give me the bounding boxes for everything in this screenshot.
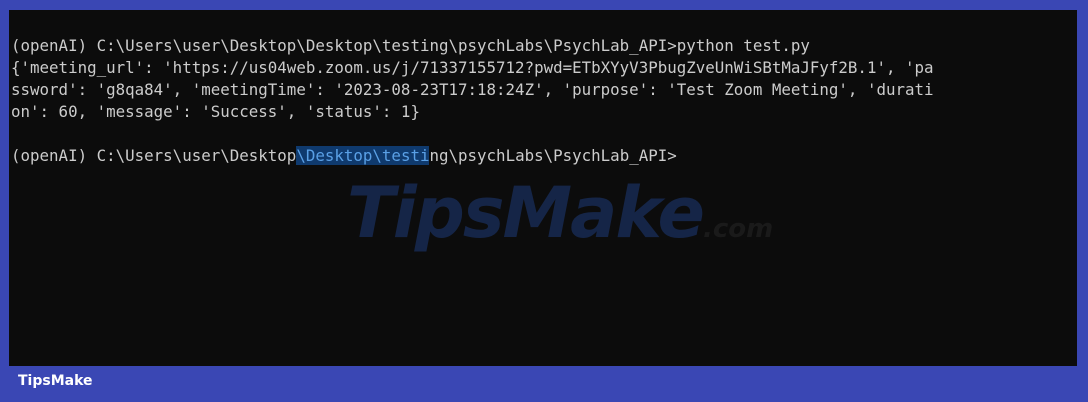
prompt-text: (openAI) C:\Users\user\Desktop [11,146,297,165]
watermark-logo: TipsMake.com [347,178,773,248]
terminal-window[interactable]: (openAI) C:\Users\user\Desktop\Desktop\t… [9,10,1077,366]
terminal-output-line: ssword': 'g8qa84', 'meetingTime': '2023-… [11,80,934,99]
terminal-output-line: on': 60, 'message': 'Success', 'status':… [11,102,420,121]
prompt-text: ng\psychLabs\PsychLab_API> [429,146,677,165]
selected-text[interactable]: \Desktop\testi [296,146,430,165]
terminal-prompt-line[interactable]: (openAI) C:\Users\user\Desktop\Desktop\t… [11,145,934,167]
watermark-text: TipsMake [347,172,705,254]
terminal-output: (openAI) C:\Users\user\Desktop\Desktop\t… [11,35,934,167]
terminal-output-line: {'meeting_url': 'https://us04web.zoom.us… [11,58,934,77]
terminal-command-line: (openAI) C:\Users\user\Desktop\Desktop\t… [11,36,810,55]
footer-brand: TipsMake [18,373,93,389]
watermark-suffix: .com [702,214,774,244]
